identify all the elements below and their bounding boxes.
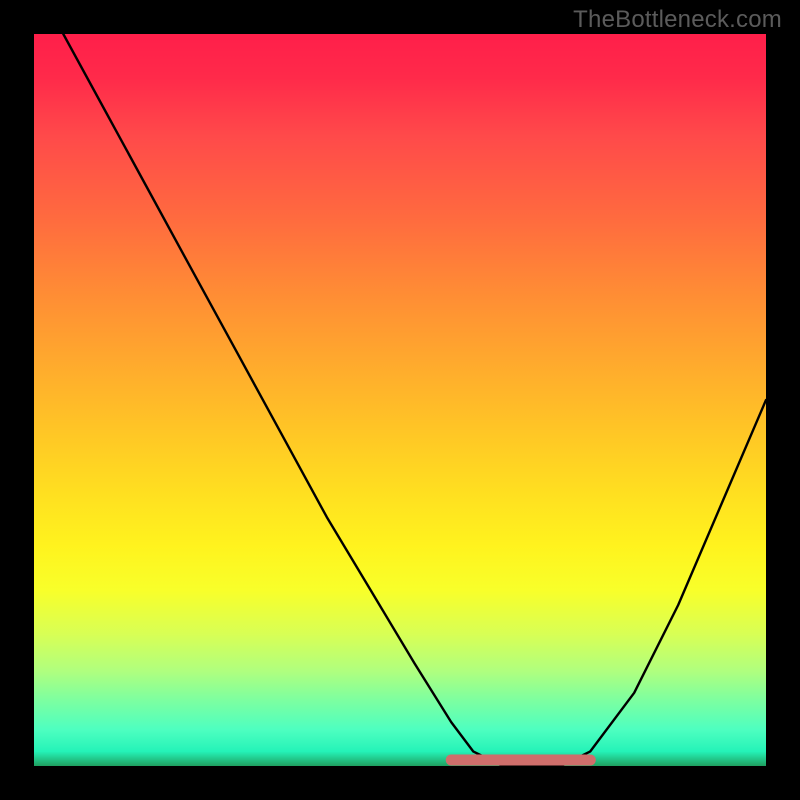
- chart-svg: [34, 34, 766, 766]
- bottleneck-curve: [63, 34, 766, 766]
- chart-container: TheBottleneck.com: [0, 0, 800, 800]
- plot-area: [34, 34, 766, 766]
- watermark-text: TheBottleneck.com: [573, 6, 782, 34]
